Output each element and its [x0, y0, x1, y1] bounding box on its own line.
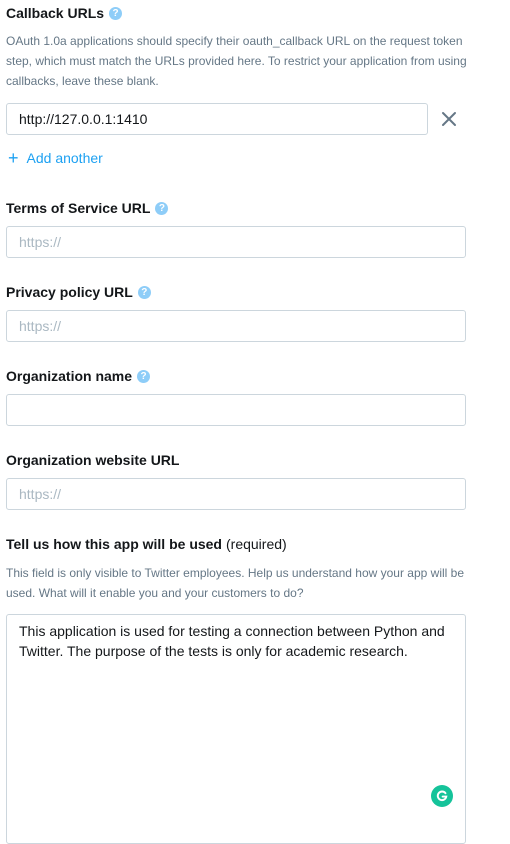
organization-website-label-text: Organization website URL [6, 452, 180, 468]
organization-website-label: Organization website URL [6, 452, 179, 468]
organization-website-input[interactable] [6, 478, 466, 510]
question-mark-icon[interactable]: ? [155, 201, 169, 215]
question-mark-icon[interactable]: ? [109, 6, 123, 20]
terms-of-service-label: Terms of Service URL ? [6, 200, 169, 216]
organization-name-label: Organization name ? [6, 368, 151, 384]
privacy-policy-input[interactable] [6, 310, 466, 342]
grammarly-icon[interactable] [431, 785, 453, 807]
terms-of-service-input[interactable] [6, 226, 466, 258]
required-indicator: (required) [226, 536, 287, 552]
question-mark-icon[interactable]: ? [137, 285, 151, 299]
add-another-link[interactable]: + Add another [8, 148, 103, 168]
close-icon[interactable] [441, 111, 457, 127]
callback-urls-label-text: Callback URLs [6, 5, 105, 21]
app-usage-textarea[interactable]: This application is used for testing a c… [6, 614, 466, 844]
callback-url-input[interactable] [6, 103, 428, 135]
question-mark-icon[interactable]: ? [137, 369, 151, 383]
plus-icon: + [8, 148, 19, 168]
organization-name-label-text: Organization name [6, 368, 133, 384]
privacy-policy-label-text: Privacy policy URL [6, 284, 133, 300]
privacy-policy-label: Privacy policy URL ? [6, 284, 151, 300]
app-usage-label-text: Tell us how this app will be used [6, 536, 222, 552]
app-usage-label: Tell us how this app will be used (requi… [6, 536, 287, 552]
terms-of-service-label-text: Terms of Service URL [6, 200, 151, 216]
add-another-label: Add another [26, 150, 103, 166]
callback-urls-label: Callback URLs ? [6, 5, 123, 21]
organization-name-input[interactable] [6, 394, 466, 426]
callback-urls-description: OAuth 1.0a applications should specify t… [6, 34, 467, 88]
app-usage-description: This field is only visible to Twitter em… [6, 566, 465, 600]
